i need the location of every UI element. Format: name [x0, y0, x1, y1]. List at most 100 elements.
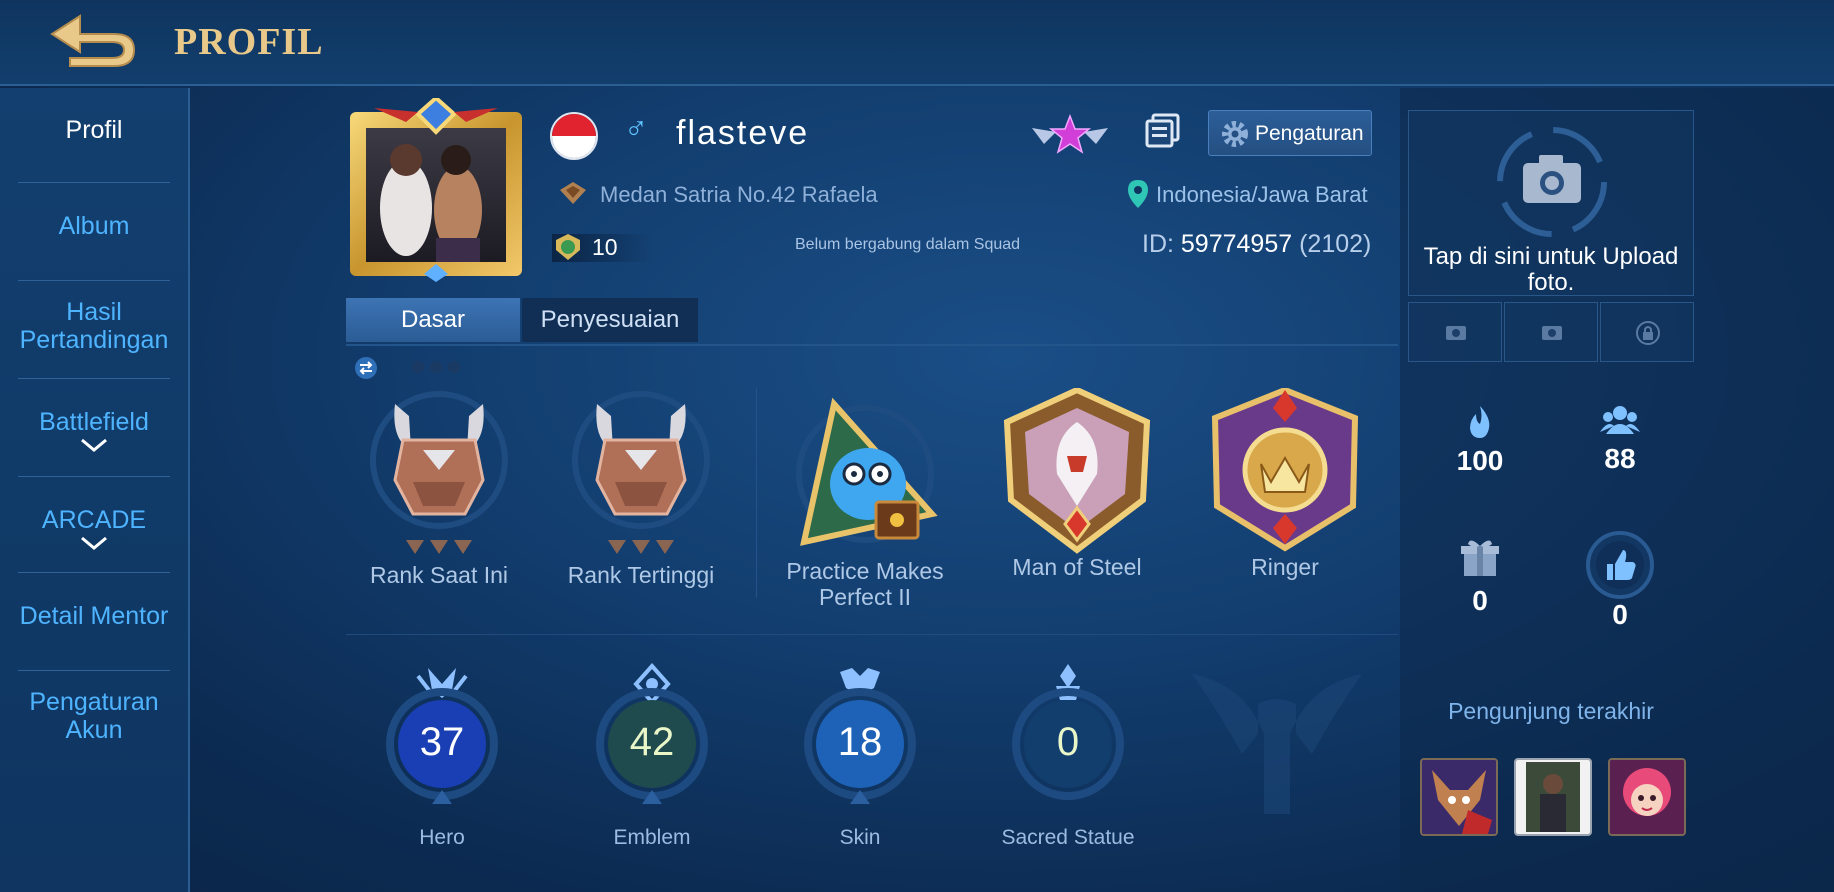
page-title: PROFIL: [174, 21, 324, 63]
player-id: ID: 59774957 (2102): [1142, 230, 1371, 259]
card-icon[interactable]: [1144, 112, 1182, 150]
sidebar-item-detail-mentor[interactable]: Detail Mentor: [0, 602, 188, 630]
visitor-photo: [1516, 760, 1590, 834]
id-value: 59774957: [1180, 230, 1293, 258]
achievement-label: Practice Makes Perfect II: [786, 558, 944, 610]
man-of-steel-badge-icon: [1003, 388, 1151, 554]
gift-icon: [1461, 540, 1499, 576]
stat-skin[interactable]: 18 Skin: [780, 660, 940, 849]
photo-slot-locked[interactable]: [1600, 302, 1694, 362]
friends-icon: [1600, 406, 1640, 434]
swap-icon[interactable]: [354, 356, 378, 380]
stat-sacred-statue[interactable]: 0 Sacred Statue: [988, 660, 1148, 849]
achievement-label: Ringer: [1251, 554, 1319, 580]
visitor-avatar[interactable]: [1608, 758, 1686, 836]
thumbs-up-icon: [1586, 531, 1654, 599]
level-icon: [556, 234, 580, 260]
settings-button[interactable]: Pengaturan: [1208, 110, 1372, 156]
id-label: ID:: [1142, 230, 1174, 258]
tab-dasar[interactable]: Dasar: [346, 298, 520, 342]
recent-visitors-title: Pengunjung terakhir: [1448, 698, 1654, 724]
sidebar-item-label: Pengaturan Akun: [29, 688, 159, 744]
male-icon: ♂: [624, 110, 648, 146]
gear-icon: [1222, 121, 1248, 147]
likes-stat[interactable]: 0: [1560, 530, 1680, 631]
settings-label: Pengaturan: [1255, 122, 1364, 145]
lock-icon: [1636, 321, 1660, 345]
achievement-rank-saat-ini[interactable]: Rank Saat Ini: [346, 390, 532, 588]
chevron-down-icon: [81, 536, 107, 550]
divider: [18, 572, 170, 573]
back-arrow-icon: [50, 14, 136, 67]
bronze-rank-icon: [370, 391, 508, 529]
stat-value: 42: [629, 720, 675, 764]
squad-icon: [560, 182, 586, 204]
gifts-value: 0: [1472, 585, 1488, 616]
back-button[interactable]: [40, 12, 140, 72]
popularity-stat: 100: [1420, 404, 1540, 477]
bronze-rank-icon: [572, 391, 710, 529]
sidebar-item-battlefield[interactable]: Battlefield: [0, 408, 188, 452]
rank-stars: [548, 540, 734, 554]
tab-underline: [346, 344, 1398, 346]
camera-icon: [1497, 127, 1607, 237]
divider: [18, 670, 170, 671]
friends-stat: 88: [1560, 404, 1680, 475]
avatar[interactable]: [344, 98, 528, 282]
visitor-hero-icon: [1610, 760, 1684, 834]
achievement-practice-makes-perfect[interactable]: Practice Makes Perfect II: [772, 396, 958, 610]
camera-icon: [1542, 326, 1562, 340]
sidebar-item-pengaturan-akun[interactable]: Pengaturan Akun: [0, 688, 188, 744]
stat-hero[interactable]: 37 Hero: [362, 660, 522, 849]
sidebar-item-label: Profil: [65, 116, 123, 144]
divider: [18, 378, 170, 379]
camera-icon: [1446, 326, 1466, 340]
sidebar-item-profil[interactable]: Profil: [0, 116, 188, 144]
stat-label: Skin: [839, 826, 881, 849]
sidebar-item-arcade[interactable]: ARCADE: [0, 506, 188, 550]
page-indicator: [412, 360, 466, 378]
sidebar-item-hasil-pertandingan[interactable]: Hasil Pertandingan: [0, 298, 188, 354]
tab-penyesuaian[interactable]: Penyesuaian: [522, 298, 698, 342]
stat-value: 18: [837, 720, 883, 764]
visitor-hero-icon: [1422, 760, 1496, 834]
achievement-label: Man of Steel: [1012, 554, 1142, 580]
sidebar-item-label: Detail Mentor: [19, 602, 169, 630]
sidebar: Profil Album Hasil Pertandingan Battlefi…: [0, 88, 190, 892]
gifts-stat[interactable]: 0: [1420, 536, 1540, 617]
stat-value: 0: [1056, 720, 1080, 764]
sidebar-item-label: Battlefield: [39, 408, 149, 436]
achievement-ringer[interactable]: Ringer: [1192, 388, 1378, 580]
stat-value: 37: [419, 720, 465, 764]
achievement-man-of-steel[interactable]: Man of Steel: [984, 388, 1170, 580]
rank-star-badge-icon[interactable]: [1030, 114, 1110, 154]
location-pin-icon: [1128, 180, 1148, 208]
practice-badge-icon: [796, 397, 938, 546]
divider: [18, 280, 170, 281]
level-value: 10: [592, 234, 618, 260]
popularity-value: 100: [1456, 445, 1504, 476]
location: Indonesia/Jawa Barat: [1156, 182, 1368, 207]
squad-name: Medan Satria No.42 Rafaela: [600, 182, 878, 207]
photo-slot[interactable]: [1408, 302, 1502, 362]
stat-emblem[interactable]: 42 Emblem: [572, 660, 732, 849]
upload-photo-text: Tap di sini untuk Upload foto.: [1423, 243, 1679, 296]
achievement-rank-tertinggi[interactable]: Rank Tertinggi: [548, 390, 734, 588]
visitor-avatar[interactable]: [1514, 758, 1592, 836]
divider: [18, 182, 170, 183]
username: flasteve: [676, 114, 810, 152]
stat-label: Emblem: [613, 826, 691, 849]
fire-icon: [1470, 406, 1490, 438]
squad-status: Belum bergabung dalam Squad: [795, 236, 1021, 253]
divider: [346, 634, 1398, 635]
server-id: (2102): [1299, 230, 1372, 258]
rank-stars: [346, 540, 532, 554]
sidebar-item-label: Album: [58, 212, 130, 240]
stat-label: Hero: [419, 826, 465, 849]
friends-value: 88: [1604, 443, 1636, 474]
photo-slot[interactable]: [1504, 302, 1598, 362]
divider: [756, 388, 757, 598]
visitor-avatar[interactable]: [1420, 758, 1498, 836]
sidebar-item-album[interactable]: Album: [0, 212, 188, 240]
chevron-down-icon: [81, 438, 107, 452]
